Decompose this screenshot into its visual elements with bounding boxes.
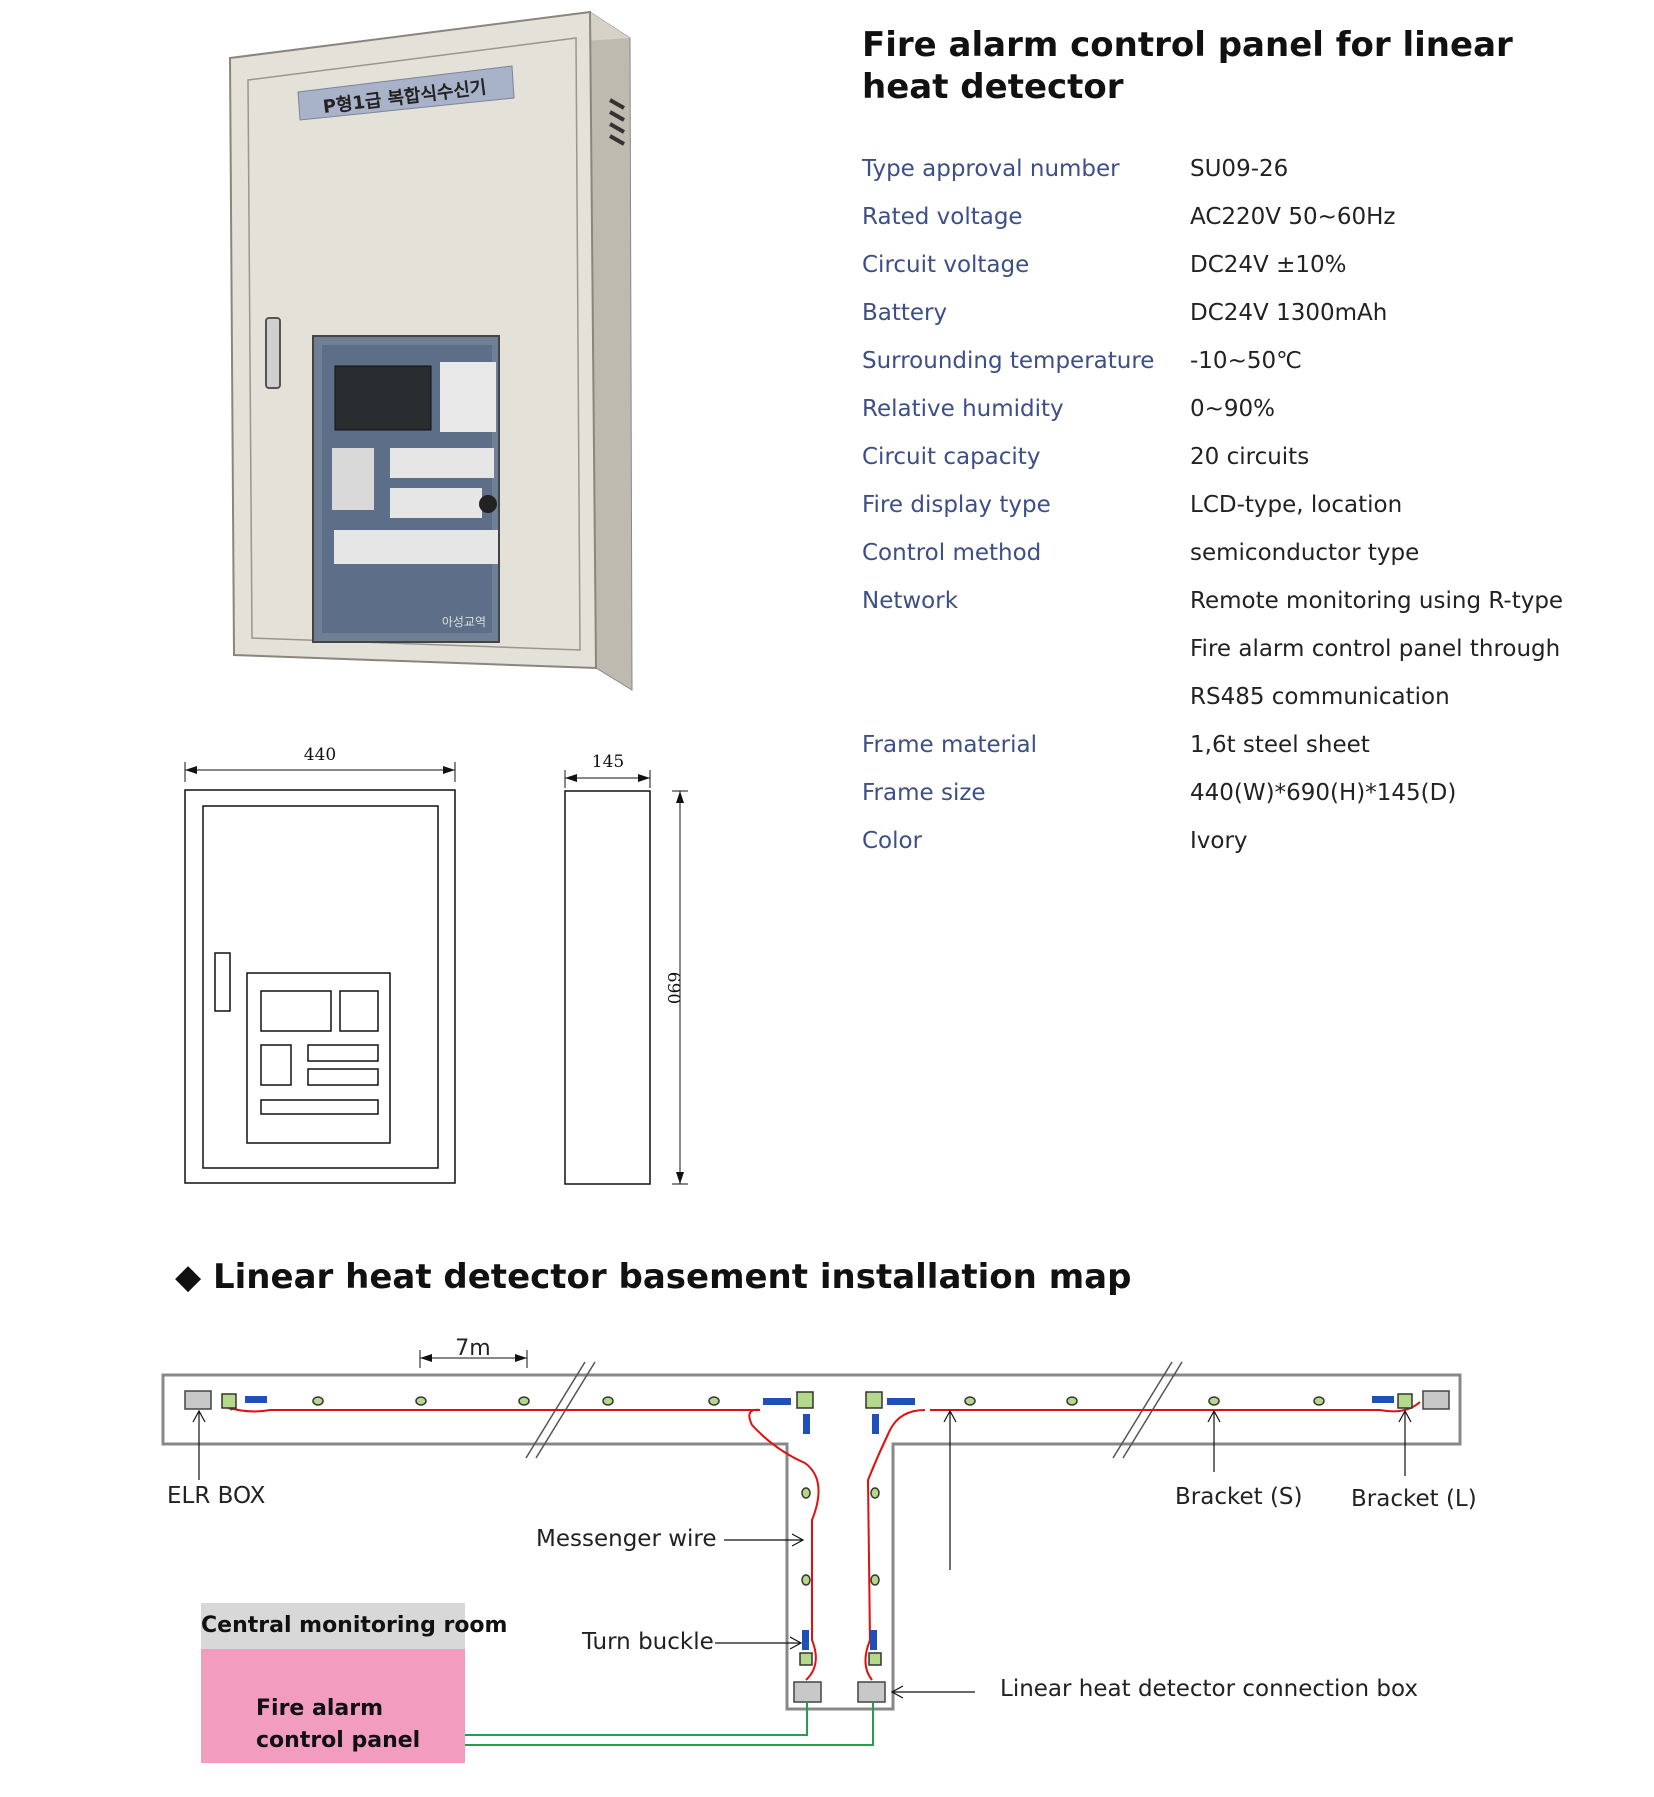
keypad: [440, 362, 496, 432]
spec-value: 20 circuits: [1190, 444, 1310, 470]
door-handle: [265, 317, 281, 389]
spec-label: Color: [862, 828, 923, 854]
spec-label: Fire display type: [862, 492, 1051, 518]
detector-node: [870, 1487, 880, 1499]
spec-value: RS485 communication: [1190, 684, 1450, 710]
panel-label: Fire alarm control panel: [256, 1693, 420, 1757]
detector-node: [518, 1396, 530, 1406]
spec-value: Remote monitoring using R-type: [1190, 588, 1564, 614]
panel-label-line1: Fire alarm: [256, 1696, 384, 1721]
installation-map-heading: ◆ Linear heat detector basement installa…: [175, 1257, 1132, 1297]
depth-dimension: 145: [592, 752, 624, 772]
spec-value: SU09-26: [1190, 156, 1289, 182]
spec-value: semiconductor type: [1190, 540, 1420, 566]
detector-node: [415, 1396, 427, 1406]
spacing-label: 7m: [455, 1336, 490, 1361]
spec-value: -10~50℃: [1190, 348, 1302, 374]
detector-node: [312, 1396, 324, 1406]
detector-node: [870, 1574, 880, 1586]
spec-value: LCD-type, location: [1190, 492, 1403, 518]
spec-value: DC24V 1300mAh: [1190, 300, 1388, 326]
detector-node: [1066, 1396, 1078, 1406]
detector-node: [602, 1396, 614, 1406]
detector-node: [801, 1487, 811, 1499]
spec-label: Relative humidity: [862, 396, 1064, 422]
spec-label: Frame material: [862, 732, 1037, 758]
spec-value: DC24V ±10%: [1190, 252, 1347, 278]
spec-label: Circuit capacity: [862, 444, 1041, 470]
height-dimension: 690: [663, 972, 683, 1004]
spec-label: Type approval number: [862, 156, 1120, 182]
maker-text: 아성교역: [442, 615, 486, 629]
detector-node: [964, 1396, 976, 1406]
detector-node: [1208, 1396, 1220, 1406]
width-dimension: 440: [304, 745, 336, 765]
bracket-s-label: Bracket (S): [1175, 1484, 1303, 1510]
detector-node: [801, 1574, 811, 1586]
room-title: Central monitoring room: [201, 1603, 507, 1649]
product-title: Fire alarm control panel for linear heat…: [862, 25, 1513, 107]
dimension-drawing: 440 145 690: [184, 745, 688, 1185]
spec-value: Fire alarm control panel through: [1190, 636, 1561, 662]
spec-value: 1,6t steel sheet: [1190, 732, 1370, 758]
bracket-l-label: Bracket (L): [1351, 1486, 1477, 1512]
turn-buckle-label: Turn buckle: [582, 1629, 714, 1655]
spec-value: AC220V 50~60Hz: [1190, 204, 1396, 230]
spec-label: Control method: [862, 540, 1042, 566]
spec-label: Network: [862, 588, 959, 614]
detector-node: [708, 1396, 720, 1406]
spec-label: Rated voltage: [862, 204, 1023, 230]
panel-label-line2: control panel: [256, 1728, 421, 1753]
spec-value: 0~90%: [1190, 396, 1276, 422]
detector-node: [1313, 1396, 1325, 1406]
spec-label: Battery: [862, 300, 948, 326]
lcd-screen: [334, 365, 432, 431]
spec-label: Circuit voltage: [862, 252, 1030, 278]
spec-value: Ivory: [1190, 828, 1248, 854]
elr-box-label: ELR BOX: [167, 1483, 266, 1509]
spec-value: 440(W)*690(H)*145(D): [1190, 780, 1457, 806]
central-monitoring-room: Central monitoring room Fire alarm contr…: [201, 1603, 507, 1763]
front-outline: [184, 789, 456, 1184]
spec-label: Surrounding temperature: [862, 348, 1155, 374]
spec-label: Frame size: [862, 780, 986, 806]
connection-box-label: Linear heat detector connection box: [1000, 1676, 1418, 1702]
panel-photo: P형1급 복합식수신기 아성교역: [228, 10, 633, 691]
messenger-wire-label: Messenger wire: [536, 1526, 717, 1552]
side-outline: [564, 790, 651, 1185]
